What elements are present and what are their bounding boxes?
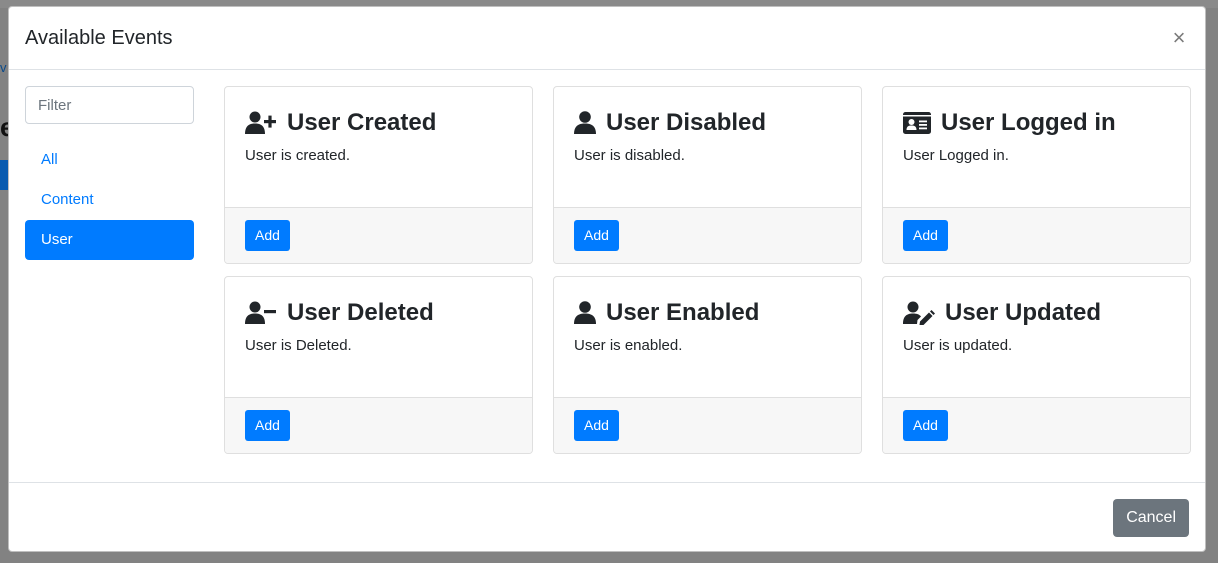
modal-title: Available Events (25, 26, 173, 49)
event-description: User is disabled. (574, 147, 685, 164)
event-card-user-enabled: User Enabled User is enabled. Add (553, 276, 862, 454)
event-card-user-deleted: User Deleted User is Deleted. Add (224, 276, 533, 454)
category-item-content[interactable]: Content (25, 180, 194, 220)
id-card-icon (903, 112, 931, 134)
user-icon (574, 301, 596, 324)
user-plus-icon (245, 111, 276, 134)
backdrop-button-fragment (0, 160, 8, 190)
modal-header: Available Events × (9, 7, 1205, 70)
event-title: User Updated (945, 299, 1102, 326)
add-user-logged-in-button[interactable]: Add (903, 220, 948, 251)
event-card-user-updated: User Updated User is updated. Add (882, 276, 1191, 454)
add-user-disabled-button[interactable]: Add (574, 220, 619, 251)
add-user-updated-button[interactable]: Add (903, 410, 948, 441)
user-edit-icon (903, 301, 935, 325)
event-card-user-created: User Created User is created. Add (224, 86, 533, 264)
event-description: User is created. (245, 147, 351, 164)
event-description: User is updated. (903, 337, 1013, 354)
modal-body: All Content User User Created User is cr… (9, 70, 1205, 482)
filter-input[interactable] (25, 86, 194, 124)
available-events-modal: Available Events × All Content User (8, 6, 1206, 552)
event-title: User Logged in (941, 109, 1116, 136)
modal-footer: Cancel (9, 482, 1205, 551)
user-minus-icon (245, 301, 276, 324)
close-button[interactable]: × (1169, 27, 1189, 49)
event-card-user-disabled: User Disabled User is disabled. Add (553, 86, 862, 264)
category-nav: All Content User (25, 140, 194, 260)
event-title: User Disabled (606, 109, 767, 136)
backdrop-text-fragment: v (0, 60, 7, 75)
event-description: User is Deleted. (245, 337, 352, 354)
event-description: User Logged in. (903, 147, 1009, 164)
event-title: User Enabled (606, 299, 760, 326)
user-icon (574, 111, 596, 134)
add-user-deleted-button[interactable]: Add (245, 410, 290, 441)
category-item-user[interactable]: User (25, 220, 194, 260)
cancel-button[interactable]: Cancel (1113, 499, 1189, 537)
event-description: User is enabled. (574, 337, 683, 354)
event-title: User Deleted (287, 299, 434, 326)
category-item-all[interactable]: All (25, 140, 194, 180)
add-user-created-button[interactable]: Add (245, 220, 290, 251)
event-card-user-logged-in: User Logged in User Logged in. Add (882, 86, 1191, 264)
category-sidebar: All Content User (25, 86, 194, 260)
event-title: User Created (287, 109, 437, 136)
add-user-enabled-button[interactable]: Add (574, 410, 619, 441)
